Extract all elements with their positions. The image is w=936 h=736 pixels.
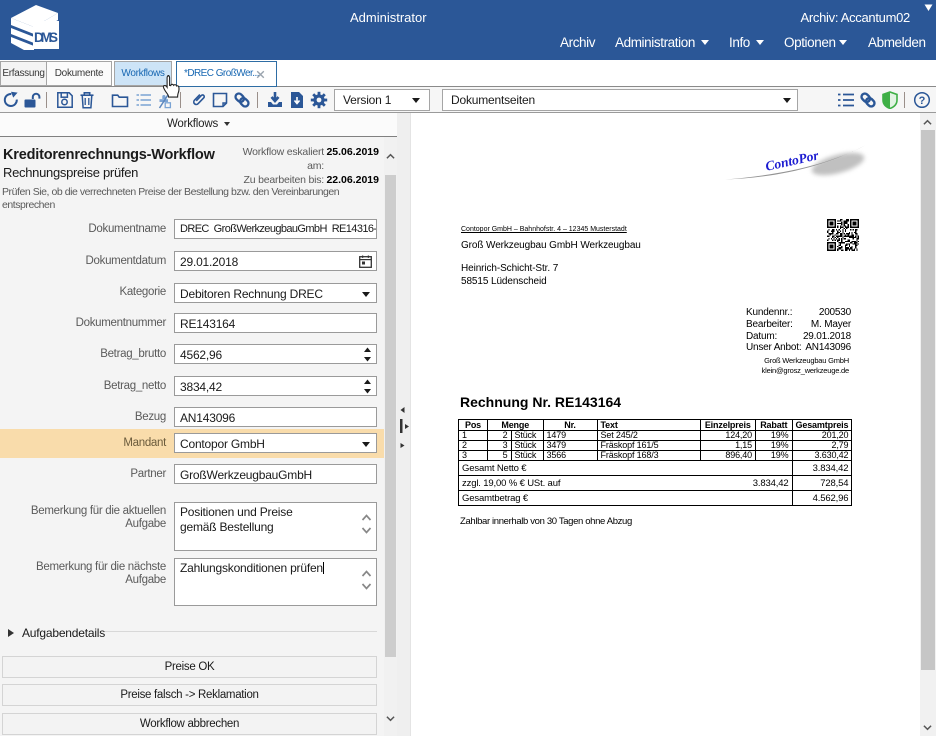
svg-text:DMS: DMS (34, 30, 58, 45)
svg-text:?: ? (919, 95, 926, 107)
